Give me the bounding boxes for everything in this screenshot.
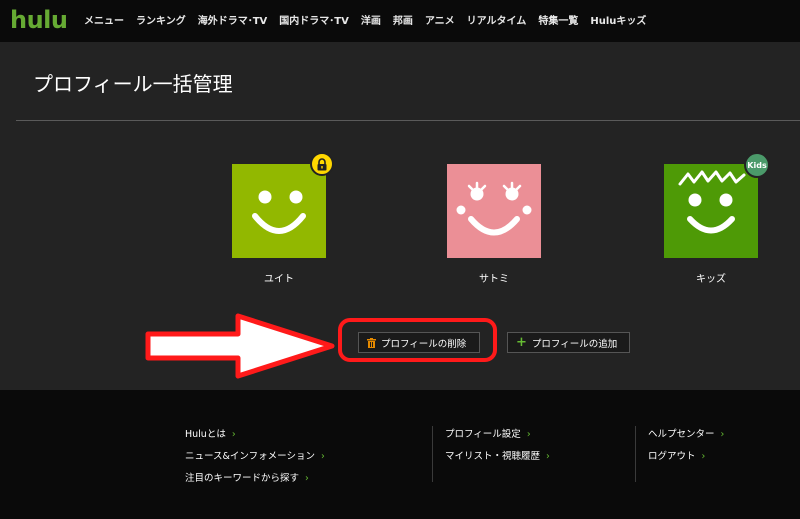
footer-link-news[interactable]: ニュース&インフォメーション › <box>185 448 325 470</box>
lock-icon <box>310 152 334 176</box>
nav-item-menu[interactable]: メニュー <box>84 12 124 27</box>
nav-item-hulu-kids[interactable]: Huluキッズ <box>590 12 646 27</box>
footer-column-help: ヘルプセンター › ログアウト › <box>648 426 724 470</box>
profile-card-kids[interactable]: Kids キッズ <box>664 152 770 285</box>
chevron-right-icon: › <box>701 451 706 462</box>
chevron-right-icon: › <box>231 429 236 440</box>
hulu-logo[interactable]: hulu <box>10 6 68 34</box>
footer-column-about: Huluとは › ニュース&インフォメーション › 注目のキーワードから探す › <box>185 426 325 492</box>
chevron-right-icon: › <box>320 451 325 462</box>
footer-link-mylist-history[interactable]: マイリスト・視聴履歴 › <box>445 448 550 470</box>
nav-item-domestic-drama[interactable]: 国内ドラマ･TV <box>279 12 349 27</box>
nav-item-features[interactable]: 特集一覧 <box>538 12 578 27</box>
footer-link-profile-settings[interactable]: プロフィール設定 › <box>445 426 550 448</box>
footer-divider <box>432 426 433 482</box>
profile-avatar-yuito[interactable] <box>232 152 334 258</box>
profile-avatar-satomi[interactable] <box>447 164 541 258</box>
add-profile-button[interactable]: + プロフィールの追加 <box>507 332 630 353</box>
profile-name: キッズ <box>696 274 726 285</box>
footer-link-keywords[interactable]: 注目のキーワードから探す › <box>185 470 325 492</box>
kids-badge: Kids <box>744 152 770 178</box>
annotation-highlight-box <box>338 318 497 362</box>
footer-divider <box>635 426 636 482</box>
footer-link-about-hulu[interactable]: Huluとは › <box>185 426 325 448</box>
footer-column-profile: プロフィール設定 › マイリスト・視聴履歴 › <box>445 426 550 470</box>
smiley-face-hair-icon <box>664 164 758 258</box>
profile-name: ユイト <box>264 274 294 285</box>
nav-item-western-movies[interactable]: 洋画 <box>361 12 381 27</box>
chevron-right-icon: › <box>546 451 550 462</box>
main-nav: メニュー ランキング 海外ドラマ･TV 国内ドラマ･TV 洋画 邦画 アニメ リ… <box>84 12 646 27</box>
plus-icon: + <box>516 335 527 350</box>
chevron-right-icon: › <box>526 429 531 440</box>
title-divider <box>16 120 800 121</box>
profile-card-yuito[interactable]: ユイト <box>232 152 334 285</box>
smiley-face-icon <box>232 164 326 258</box>
footer: Huluとは › ニュース&インフォメーション › 注目のキーワードから探す › プロ… <box>0 390 800 519</box>
chevron-right-icon: › <box>720 429 725 440</box>
add-profile-label: プロフィールの追加 <box>531 338 618 350</box>
nav-item-foreign-drama[interactable]: 海外ドラマ･TV <box>198 12 268 27</box>
chevron-right-icon: › <box>305 473 309 484</box>
top-navigation-bar: hulu メニュー ランキング 海外ドラマ･TV 国内ドラマ･TV 洋画 邦画 … <box>0 0 800 42</box>
profile-name: サトミ <box>479 274 509 285</box>
smiley-face-lashes-icon <box>447 164 541 258</box>
annotation-arrow-icon <box>145 313 335 379</box>
profile-avatar-kids[interactable]: Kids <box>664 152 770 258</box>
nav-item-ranking[interactable]: ランキング <box>136 12 186 27</box>
footer-link-help-center[interactable]: ヘルプセンター › <box>648 426 724 448</box>
profile-card-satomi[interactable]: サトミ <box>447 164 541 285</box>
page-title: プロフィール一括管理 <box>33 72 233 96</box>
nav-item-realtime[interactable]: リアルタイム <box>467 12 527 27</box>
footer-link-logout[interactable]: ログアウト › <box>648 448 724 470</box>
nav-item-japanese-movies[interactable]: 邦画 <box>393 12 413 27</box>
nav-item-anime[interactable]: アニメ <box>425 12 455 27</box>
